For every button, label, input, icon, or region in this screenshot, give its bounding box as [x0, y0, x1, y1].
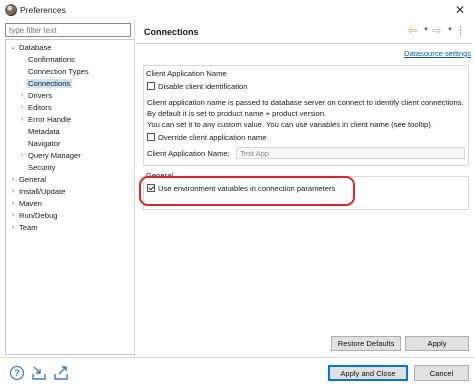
description-line: You can set it to any custom value. You …: [147, 120, 433, 129]
apply-and-close-button[interactable]: Apply and Close: [328, 365, 408, 381]
chevron-down-icon[interactable]: ⌄: [9, 42, 17, 54]
cancel-button[interactable]: Cancel: [414, 365, 469, 381]
tree-item-run-debug[interactable]: › Run/Debug: [9, 210, 58, 222]
override-client-name-checkbox[interactable]: Override client application name: [147, 133, 266, 143]
tree-item-metadata[interactable]: Metadata: [28, 126, 60, 138]
chevron-right-icon[interactable]: ›: [9, 174, 17, 186]
client-app-name-label: Client Application Name:: [147, 149, 230, 158]
chevron-right-icon[interactable]: ›: [18, 102, 26, 114]
chevron-down-icon[interactable]: ▼: [447, 27, 453, 33]
chevron-right-icon[interactable]: ›: [18, 150, 26, 162]
group-label: Client Application Name: [146, 69, 229, 78]
title-bar: Preferences ✕: [0, 0, 474, 20]
checkbox[interactable]: [147, 133, 155, 141]
import-icon[interactable]: [31, 365, 47, 381]
forward-arrow-icon[interactable]: ⇨: [432, 25, 441, 37]
apply-button[interactable]: Apply: [405, 336, 469, 351]
chevron-right-icon[interactable]: ›: [9, 186, 17, 198]
disable-client-identification-checkbox[interactable]: Disable client identification: [147, 82, 248, 92]
tree-item-maven[interactable]: › Maven: [9, 198, 42, 210]
checkbox[interactable]: [147, 82, 155, 90]
chevron-right-icon[interactable]: ›: [18, 114, 26, 126]
close-icon[interactable]: ✕: [452, 2, 468, 18]
tree-item-general[interactable]: › General: [9, 174, 46, 186]
preferences-tree: ⌄ Database Confirmations Connection Type…: [5, 39, 134, 355]
panel-divider[interactable]: [134, 19, 135, 357]
window-title: Preferences: [20, 5, 66, 15]
chevron-right-icon[interactable]: ›: [9, 198, 17, 210]
description-line: Client application name is passed to dat…: [147, 98, 464, 107]
tree-item-database[interactable]: ⌄ Database: [9, 42, 51, 54]
view-menu-icon[interactable]: ⋮: [456, 25, 465, 36]
chevron-right-icon[interactable]: ›: [9, 222, 17, 234]
tree-item-install-update[interactable]: › Install/Update: [9, 186, 66, 198]
tree-item-editors[interactable]: › Editors: [18, 102, 52, 114]
datasource-settings-link[interactable]: Datasource settings: [404, 49, 471, 58]
tree-item-drivers[interactable]: › Drivers: [18, 90, 52, 102]
highlight-annotation: [139, 176, 355, 206]
tree-item-security[interactable]: Security: [28, 162, 55, 174]
app-icon: [5, 4, 17, 16]
client-app-name-input[interactable]: [236, 147, 465, 159]
page-title: Connections: [144, 27, 199, 37]
tree-item-connection-types[interactable]: Connection Types: [28, 66, 89, 78]
help-icon[interactable]: ?: [9, 365, 25, 381]
tree-item-query-manager[interactable]: › Query Manager: [18, 150, 81, 162]
svg-text:?: ?: [14, 368, 20, 378]
export-icon[interactable]: [53, 365, 69, 381]
tree-item-navigator[interactable]: Navigator: [28, 138, 61, 150]
tree-item-team[interactable]: › Team: [9, 222, 38, 234]
tree-item-confirmations[interactable]: Confirmations: [28, 54, 75, 66]
divider: [0, 357, 474, 358]
chevron-right-icon[interactable]: ›: [18, 90, 26, 102]
page-header: Connections ⇦ ▼ ⇨ ▼ ⋮: [136, 22, 472, 44]
tree-item-error-handle[interactable]: › Error Handle: [18, 114, 71, 126]
chevron-down-icon[interactable]: ▼: [423, 27, 429, 33]
description-line: By default it is set to product name + p…: [147, 109, 327, 118]
chevron-right-icon[interactable]: ›: [9, 210, 17, 222]
restore-defaults-button[interactable]: Restore Defaults: [331, 336, 401, 351]
filter-input[interactable]: [5, 23, 131, 37]
back-arrow-icon[interactable]: ⇦: [408, 25, 417, 37]
tree-item-connections[interactable]: Connections: [26, 78, 73, 90]
